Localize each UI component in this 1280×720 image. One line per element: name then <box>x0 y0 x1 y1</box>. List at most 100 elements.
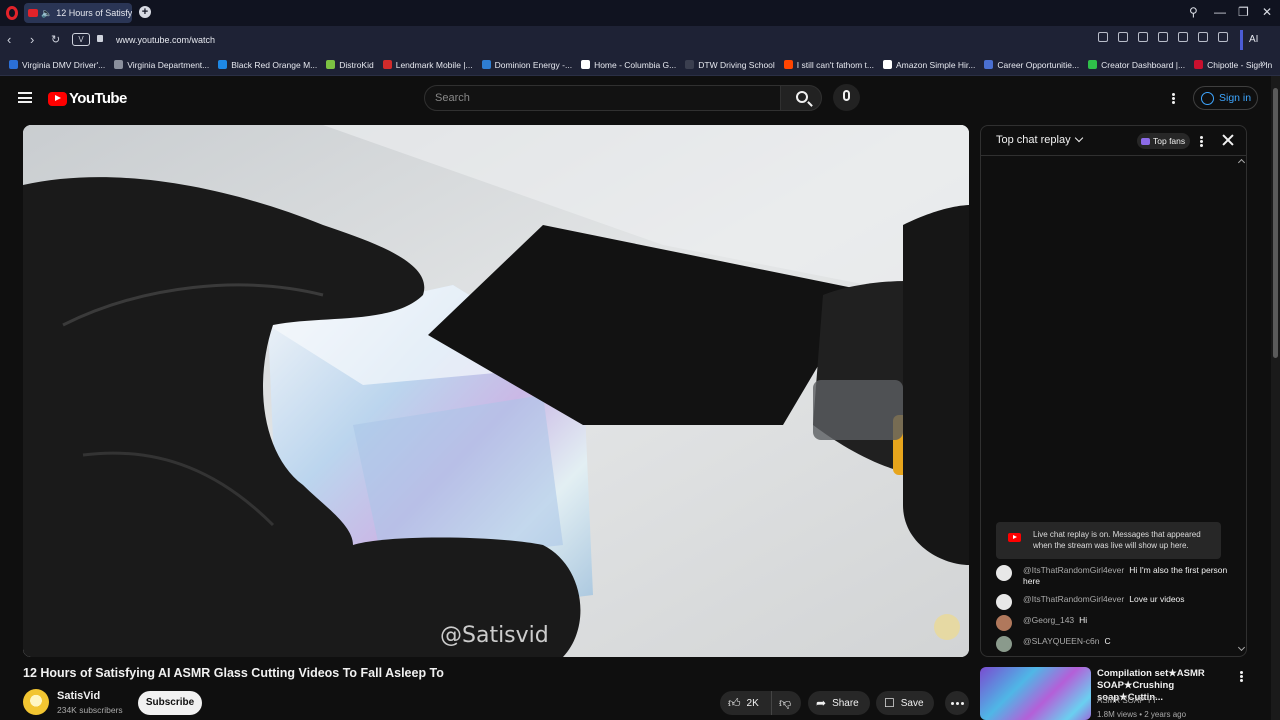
close-window-button[interactable]: ✕ <box>1262 5 1272 19</box>
chat-options-icon[interactable] <box>1200 136 1203 139</box>
bookmark-item[interactable]: I still can't fathom t... <box>783 60 874 70</box>
bookmark-item[interactable]: Black Red Orange M... <box>218 60 317 70</box>
video-player[interactable] <box>23 125 969 657</box>
camera-icon[interactable] <box>1118 32 1128 42</box>
channel-avatar[interactable] <box>23 689 49 715</box>
play-icon[interactable] <box>1158 32 1168 42</box>
video-watermark: @Satisvid <box>440 623 549 648</box>
bookmark-item[interactable]: DistroKid <box>326 60 374 70</box>
search-input[interactable]: Search <box>424 85 781 111</box>
edit-icon[interactable] <box>1098 32 1108 42</box>
menu-icon[interactable] <box>18 92 32 103</box>
url-field[interactable]: www.youtube.com/watch <box>116 35 215 45</box>
channel-name[interactable]: SatisVid <box>57 690 100 702</box>
related-video-menu-icon[interactable] <box>1240 671 1243 674</box>
bookmark-favicon-icon <box>1088 60 1098 69</box>
reload-button[interactable]: ↻ <box>51 33 60 46</box>
save-button[interactable]: ☐ Save <box>876 691 934 715</box>
subscribe-button[interactable]: Subscribe <box>138 691 202 715</box>
new-tab-button[interactable]: + <box>139 6 151 18</box>
search-tabs-icon[interactable]: ⚲ <box>1189 5 1198 19</box>
scrollbar-thumb[interactable] <box>1273 88 1278 358</box>
profile-icon[interactable] <box>1218 32 1228 42</box>
minimize-button[interactable]: — <box>1214 5 1226 19</box>
youtube-favicon-icon <box>28 9 38 17</box>
chat-message: @SLAYQUEEN-c6n C <box>996 636 1236 652</box>
top-fans-label: Top fans <box>1153 136 1186 146</box>
speaker-icon[interactable]: 🔈 <box>41 8 52 19</box>
chat-avatar[interactable] <box>996 636 1012 652</box>
bookmark-favicon-icon <box>9 60 18 69</box>
account-icon <box>1201 91 1214 105</box>
dot <box>951 702 954 705</box>
vpn-badge[interactable]: V <box>72 33 90 46</box>
chat-avatar[interactable] <box>996 565 1012 581</box>
heart-icon[interactable] <box>1178 32 1188 42</box>
bookmark-item[interactable]: Virginia Department... <box>114 60 209 70</box>
subscriber-count: 234K subscribers <box>57 705 123 715</box>
bookmark-label: DTW Driving School <box>698 59 775 70</box>
sign-in-button[interactable]: Sign in <box>1193 86 1258 110</box>
related-video-thumbnail[interactable] <box>980 667 1091 720</box>
bookmark-item[interactable]: Creator Dashboard |... <box>1088 60 1185 70</box>
chat-message: @Georg_143 Hi <box>996 615 1236 631</box>
lock-icon[interactable] <box>97 35 103 42</box>
bookmark-label: Virginia Department... <box>127 59 210 70</box>
back-button[interactable]: ‹ <box>7 32 11 47</box>
opera-logo-icon[interactable] <box>6 6 18 20</box>
channel-watermark-logo[interactable] <box>934 614 960 640</box>
ai-button[interactable]: AI <box>1240 30 1272 50</box>
chat-author[interactable]: @SLAYQUEEN-c6n <box>1023 636 1100 646</box>
chat-author[interactable]: @ItsThatRandomGirl4ever <box>1023 565 1124 575</box>
bookmark-favicon-icon <box>685 60 695 69</box>
bookmark-item[interactable]: Amazon Simple Hir... <box>883 60 975 70</box>
chevron-down-icon <box>1074 133 1083 143</box>
shield-icon[interactable] <box>1138 32 1148 42</box>
browser-tab-youtube[interactable]: 🔈 12 Hours of Satisfying <box>24 3 132 23</box>
more-actions-button[interactable] <box>945 691 969 715</box>
bookmark-item[interactable]: Home - Columbia G... <box>581 60 676 70</box>
chat-author[interactable]: @Georg_143 <box>1023 615 1074 625</box>
forward-button[interactable]: › <box>30 32 34 47</box>
download-icon[interactable] <box>1198 32 1208 42</box>
chat-message: @ItsThatRandomGirl4ever Hi I'm also the f… <box>996 565 1236 587</box>
chat-avatar[interactable] <box>996 615 1012 631</box>
youtube-logo[interactable]: YouTube <box>48 90 127 107</box>
chat-author[interactable]: @ItsThatRandomGirl4ever <box>1023 594 1124 604</box>
restore-button[interactable]: ❐ <box>1238 5 1249 19</box>
related-video-channel[interactable]: ASMR SOAP YT <box>1097 696 1157 705</box>
bookmark-label: Black Red Orange M... <box>231 59 318 70</box>
close-chat-icon[interactable] <box>1222 134 1234 146</box>
top-fans-button[interactable]: Top fans <box>1137 133 1191 149</box>
bookmark-item[interactable]: Dominion Energy -... <box>481 60 572 70</box>
bookmarks-overflow-icon[interactable]: » <box>1260 58 1266 70</box>
toolbar-icons <box>1098 32 1228 42</box>
related-video-meta: 1.8M views • 2 years ago <box>1097 710 1187 719</box>
like-count: 2K <box>746 697 759 709</box>
bookmark-label: Amazon Simple Hir... <box>896 59 976 70</box>
chat-avatar[interactable] <box>996 594 1012 610</box>
share-button[interactable]: ➦ Share <box>808 691 870 715</box>
divider <box>981 155 1246 156</box>
chat-text: C <box>1104 636 1111 646</box>
top-fans-icon <box>1141 137 1150 145</box>
bookmark-item[interactable]: Career Opportunitie... <box>984 60 1079 70</box>
voice-search-button[interactable] <box>833 84 860 111</box>
settings-menu-icon[interactable] <box>1172 93 1175 96</box>
bookmark-item[interactable]: DTW Driving School <box>685 60 775 70</box>
search-icon <box>796 91 808 103</box>
page-scrollbar[interactable] <box>1271 76 1280 720</box>
like-button[interactable]: 👍︎ 2K <box>720 691 771 715</box>
video-title: 12 Hours of Satisfying AI ASMR Glass Cut… <box>23 666 444 680</box>
bookmark-favicon-icon <box>382 60 392 69</box>
bookmark-favicon-icon <box>581 60 591 69</box>
bookmark-favicon-icon <box>783 60 793 69</box>
bookmark-favicon-icon <box>984 60 994 69</box>
search-button[interactable] <box>780 85 822 111</box>
share-icon: ➦ <box>816 696 827 710</box>
dislike-button[interactable]: 👎︎ <box>771 691 801 715</box>
chat-mode-dropdown[interactable]: Top chat replay <box>996 133 1083 146</box>
dot <box>961 702 964 705</box>
bookmark-item[interactable]: Virginia DMV Driver'... <box>9 60 105 70</box>
bookmark-item[interactable]: Lendmark Mobile |... <box>382 60 473 70</box>
